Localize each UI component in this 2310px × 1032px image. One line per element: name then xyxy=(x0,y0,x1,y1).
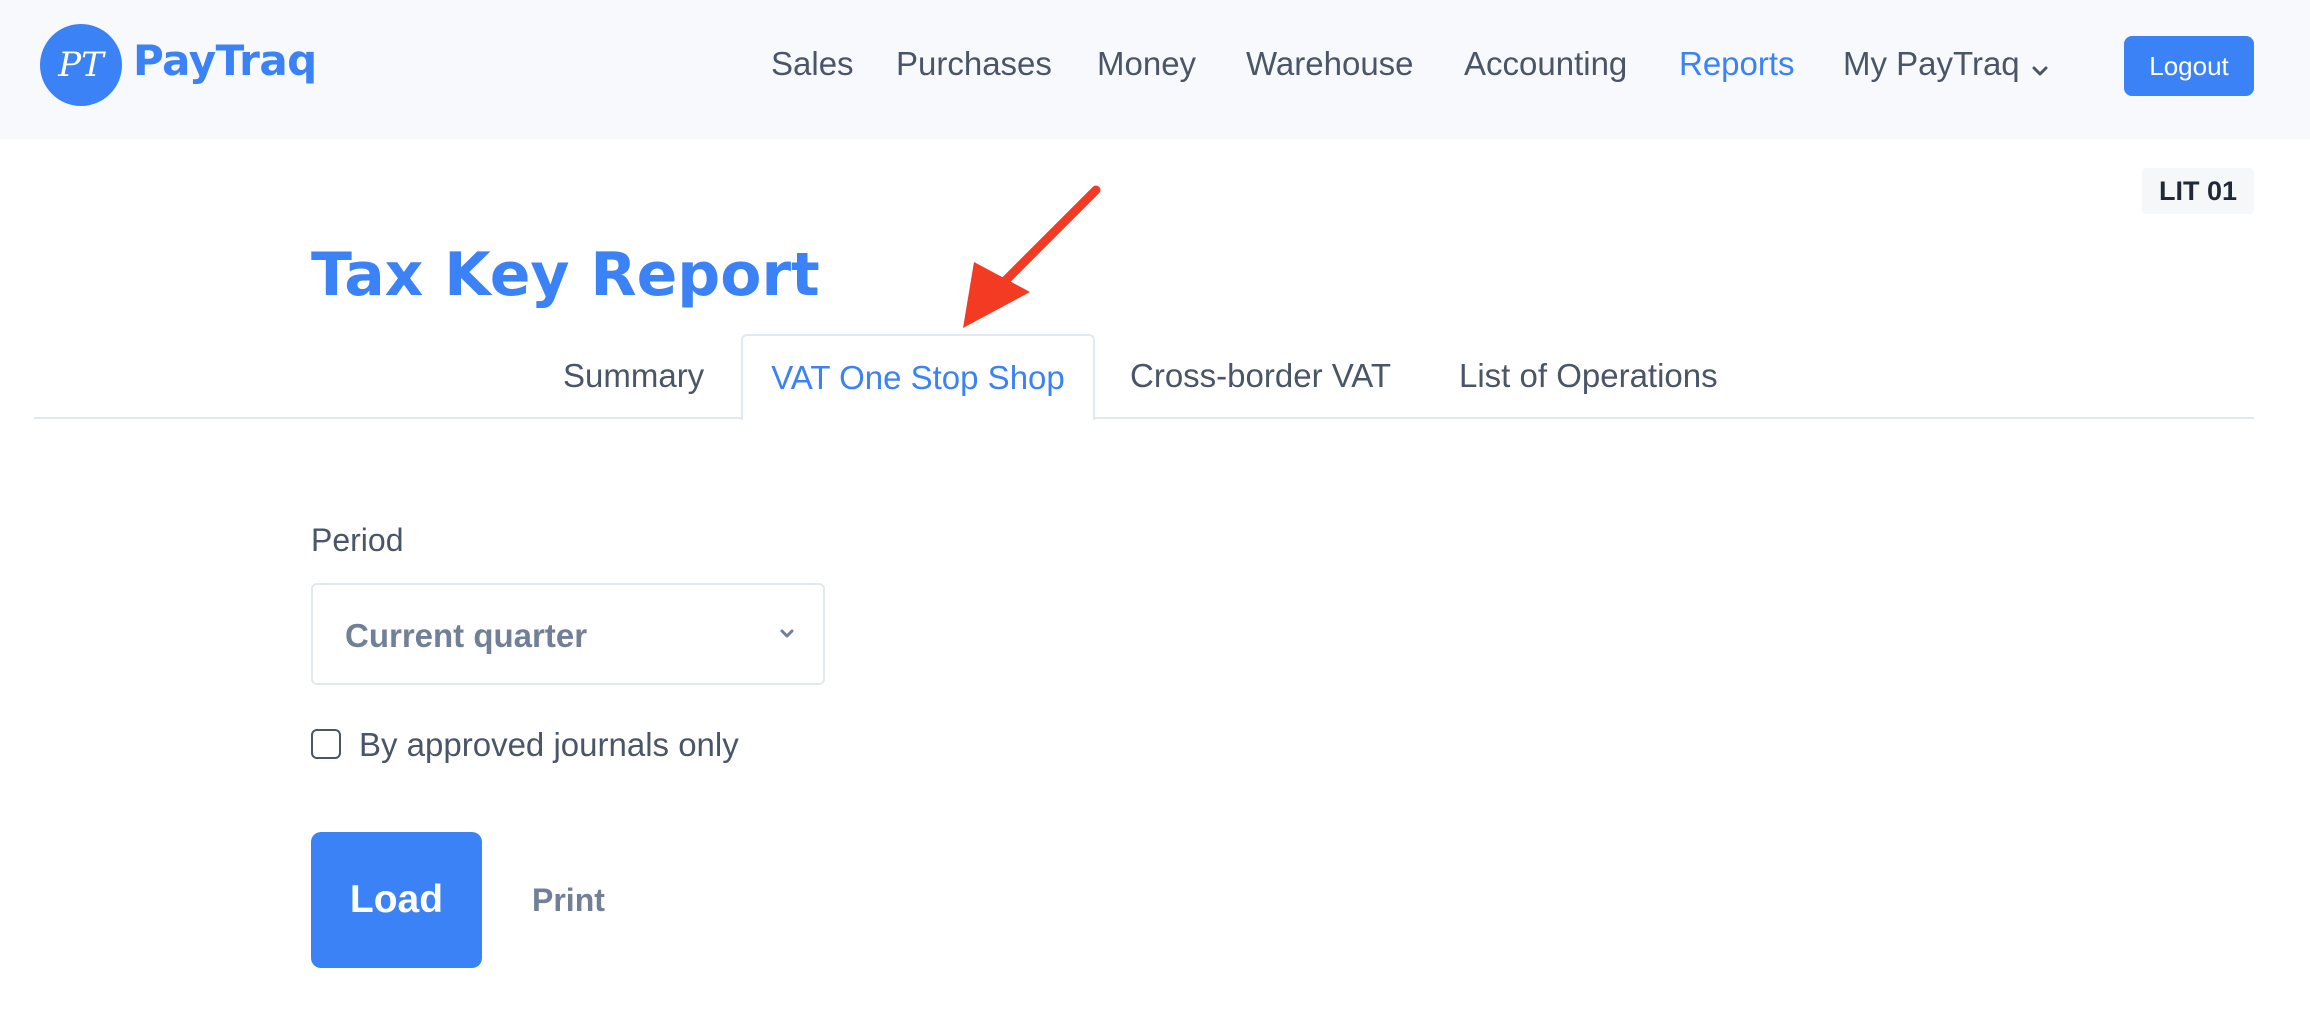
tab-vat-one-stop-shop[interactable]: VAT One Stop Shop xyxy=(741,334,1095,420)
nav-my-paytraq-label: My PayTraq xyxy=(1843,45,2020,82)
top-navbar: PT PayTraq Sales Purchases Money Warehou… xyxy=(0,0,2310,139)
period-select-value: Current quarter xyxy=(345,617,588,654)
chevron-down-icon xyxy=(2032,47,2048,85)
nav-sales[interactable]: Sales xyxy=(771,45,854,83)
tab-summary[interactable]: Summary xyxy=(563,334,704,418)
company-badge: LIT 01 xyxy=(2142,168,2254,214)
logout-button[interactable]: Logout xyxy=(2124,36,2254,96)
period-select[interactable]: Current quarter xyxy=(311,583,825,685)
load-button[interactable]: Load xyxy=(311,832,482,968)
approved-journals-label[interactable]: By approved journals only xyxy=(359,726,739,764)
period-label: Period xyxy=(311,522,404,558)
print-link[interactable]: Print xyxy=(532,882,605,919)
logo-wordmark[interactable]: PayTraq xyxy=(133,36,317,85)
logo-monogram-icon: PT xyxy=(57,45,106,85)
chevron-down-icon xyxy=(779,627,795,645)
tab-cross-border-vat[interactable]: Cross-border VAT xyxy=(1130,334,1391,418)
nav-purchases[interactable]: Purchases xyxy=(896,45,1052,83)
approved-journals-checkbox[interactable] xyxy=(311,729,341,759)
nav-money[interactable]: Money xyxy=(1097,45,1196,83)
svg-text:PT: PT xyxy=(57,45,106,85)
nav-warehouse[interactable]: Warehouse xyxy=(1246,45,1414,83)
paytraq-logo-icon[interactable]: PT xyxy=(40,24,122,106)
page-title: Tax Key Report xyxy=(311,240,820,310)
nav-reports[interactable]: Reports xyxy=(1679,45,1795,83)
nav-accounting[interactable]: Accounting xyxy=(1464,45,1627,83)
tab-list-of-operations[interactable]: List of Operations xyxy=(1459,334,1718,418)
nav-my-paytraq[interactable]: My PayTraq xyxy=(1843,45,2048,85)
